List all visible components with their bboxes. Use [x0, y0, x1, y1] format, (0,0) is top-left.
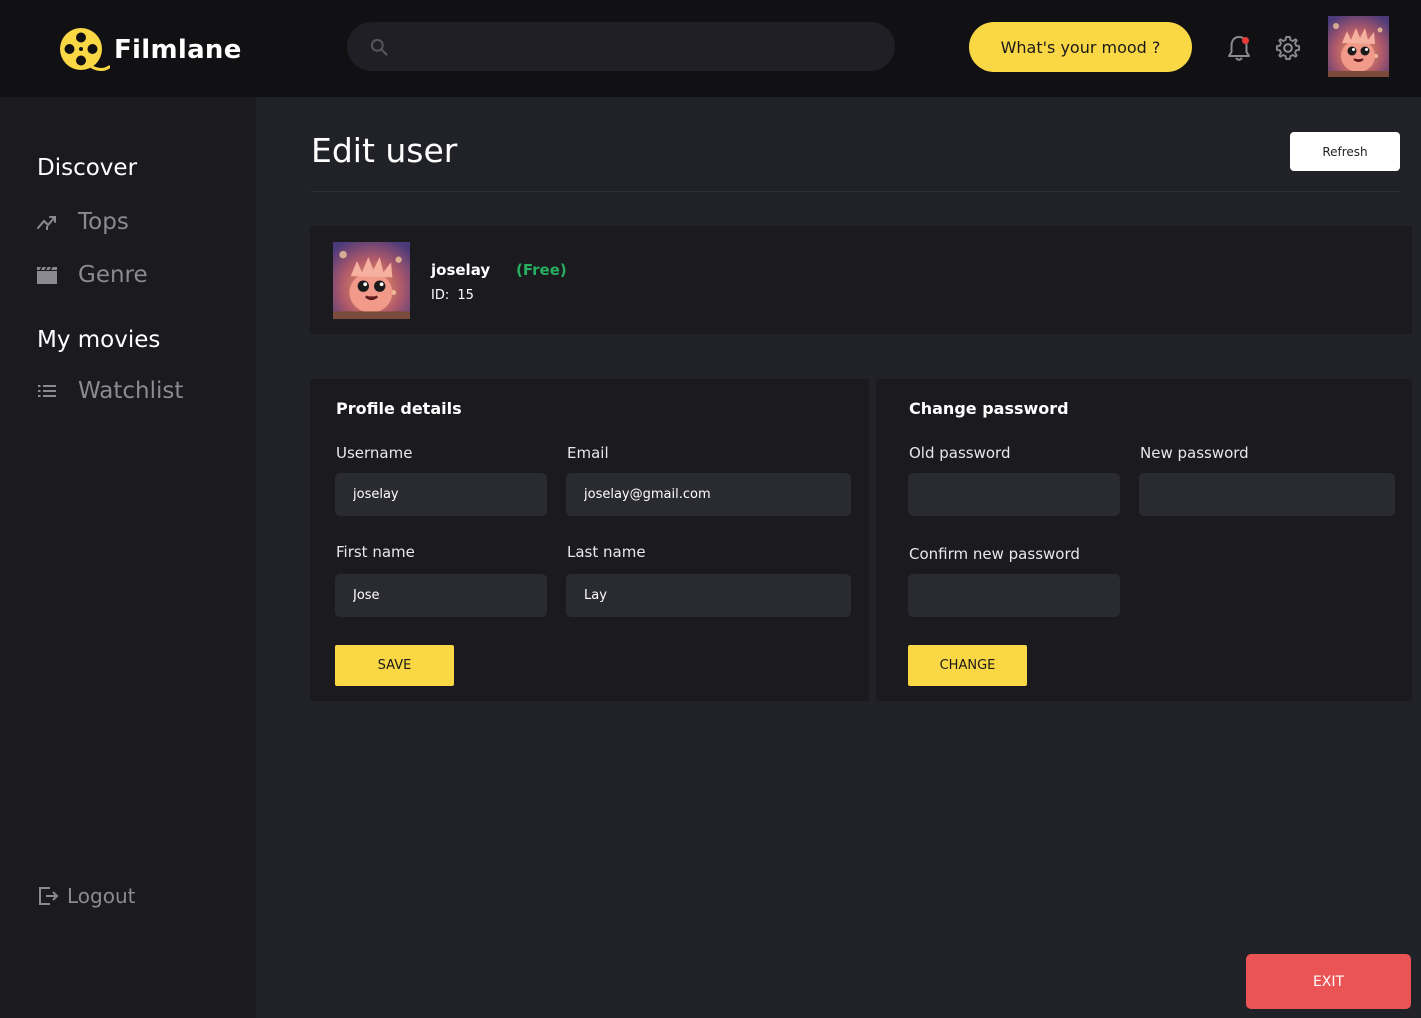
sidebar-item-label: Genre: [78, 262, 148, 288]
confirm-password-label: Confirm new password: [909, 545, 1080, 563]
my-movies-heading: My movies: [37, 327, 161, 353]
user-avatar: [333, 242, 410, 319]
page-title: Edit user: [311, 131, 458, 170]
avatar-image: [333, 242, 410, 319]
change-password-title: Change password: [909, 399, 1069, 418]
logout-label: Logout: [67, 884, 136, 908]
logout-button[interactable]: Logout: [36, 884, 135, 908]
new-password-label: New password: [1140, 444, 1249, 462]
sidebar-item-tops[interactable]: Tops: [35, 209, 129, 235]
user-summary-card: joselay (Free) ID: 15: [310, 226, 1412, 334]
first-name-field[interactable]: [335, 574, 547, 617]
sidebar-item-genre[interactable]: Genre: [35, 262, 148, 288]
change-password-button[interactable]: CHANGE: [908, 645, 1027, 686]
mood-button[interactable]: What's your mood ?: [969, 22, 1192, 72]
brand-logo[interactable]: Filmlane: [58, 27, 242, 73]
user-name: joselay: [431, 261, 491, 279]
clapperboard-icon: [37, 266, 57, 284]
old-password-field[interactable]: [908, 473, 1120, 516]
first-name-label: First name: [336, 543, 415, 561]
email-field[interactable]: [566, 473, 851, 516]
title-divider: [311, 191, 1400, 192]
user-id-label: ID:: [431, 288, 450, 303]
brand-name: Filmlane: [114, 35, 242, 65]
avatar-image: [1328, 16, 1389, 77]
confirm-password-field[interactable]: [908, 574, 1120, 617]
email-label: Email: [567, 444, 609, 462]
list-icon: [38, 385, 56, 397]
refresh-button[interactable]: Refresh: [1290, 132, 1400, 171]
sidebar-item-label: Watchlist: [78, 378, 184, 404]
plan-badge: (Free): [516, 261, 567, 279]
last-name-label: Last name: [567, 543, 646, 561]
profile-details-title: Profile details: [336, 399, 462, 418]
new-password-field[interactable]: [1139, 473, 1395, 516]
avatar[interactable]: [1328, 16, 1389, 77]
discover-heading: Discover: [37, 155, 138, 181]
gear-icon[interactable]: [1274, 34, 1302, 62]
logout-icon: [39, 887, 59, 905]
username-field[interactable]: [335, 473, 547, 516]
exit-button[interactable]: EXIT: [1246, 954, 1411, 1009]
sidebar-item-watchlist[interactable]: Watchlist: [35, 378, 183, 404]
search-input[interactable]: [399, 38, 879, 55]
sidebar-item-label: Tops: [78, 209, 129, 235]
user-id-value: 15: [457, 288, 474, 303]
user-id: ID: 15: [431, 288, 474, 303]
profile-details-panel: Profile details Username Email First nam…: [310, 379, 869, 701]
search-icon: [370, 38, 388, 56]
last-name-field[interactable]: [566, 574, 851, 617]
change-password-panel: Change password Old password New passwor…: [876, 379, 1412, 701]
old-password-label: Old password: [909, 444, 1011, 462]
trending-icon: [37, 216, 56, 230]
username-label: Username: [336, 444, 413, 462]
top-bar: Filmlane What's your mood ?: [0, 0, 1421, 97]
sidebar: Discover Tops Genre My movies Watchlist: [0, 97, 256, 1018]
save-button[interactable]: SAVE: [335, 645, 454, 686]
search-bar[interactable]: [347, 22, 895, 71]
film-reel-icon: [60, 28, 110, 71]
bell-icon[interactable]: [1224, 33, 1254, 63]
